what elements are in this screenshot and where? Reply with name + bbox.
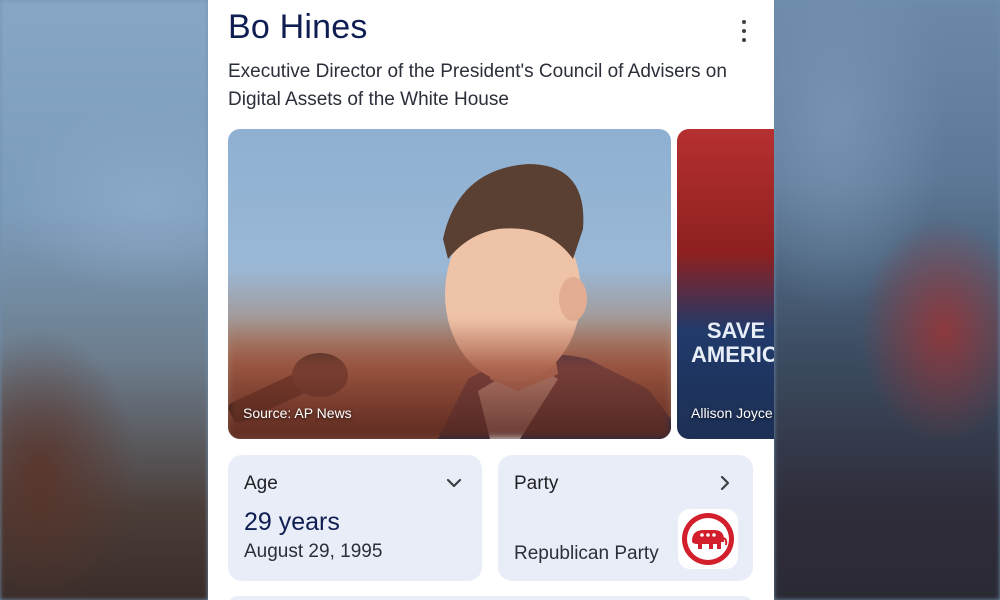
photo-caption: Source: AP News xyxy=(243,405,352,421)
photo-caption: Allison Joyce xyxy=(691,405,773,421)
photo-second[interactable]: SAVE AMERICA Allison Joyce xyxy=(677,129,774,439)
photo-background-blur xyxy=(228,319,671,439)
rally-sign-text: SAVE AMERICA xyxy=(691,318,774,367)
next-attribute-row[interactable] xyxy=(228,596,753,600)
photo-main[interactable]: Source: AP News xyxy=(228,129,671,439)
age-value: 29 years xyxy=(244,508,340,536)
more-options-icon[interactable] xyxy=(735,20,753,42)
age-label: Age xyxy=(244,473,278,494)
background-left xyxy=(0,0,208,600)
party-value: Republican Party xyxy=(514,543,659,564)
entity-description: Executive Director of the President's Co… xyxy=(228,61,727,110)
party-label: Party xyxy=(514,473,559,494)
party-chip[interactable]: Party Republican Party xyxy=(498,455,753,581)
entity-title: Bo Hines xyxy=(228,8,368,46)
chevron-down-icon xyxy=(446,478,462,488)
background-right xyxy=(774,0,1000,600)
birth-date: August 29, 1995 xyxy=(244,541,383,562)
age-chip[interactable]: Age 29 years August 29, 1995 xyxy=(228,455,482,581)
chevron-right-icon xyxy=(720,475,730,491)
knowledge-panel: Bo Hines Executive Director of the Presi… xyxy=(208,0,774,600)
republican-elephant-logo xyxy=(678,509,738,569)
